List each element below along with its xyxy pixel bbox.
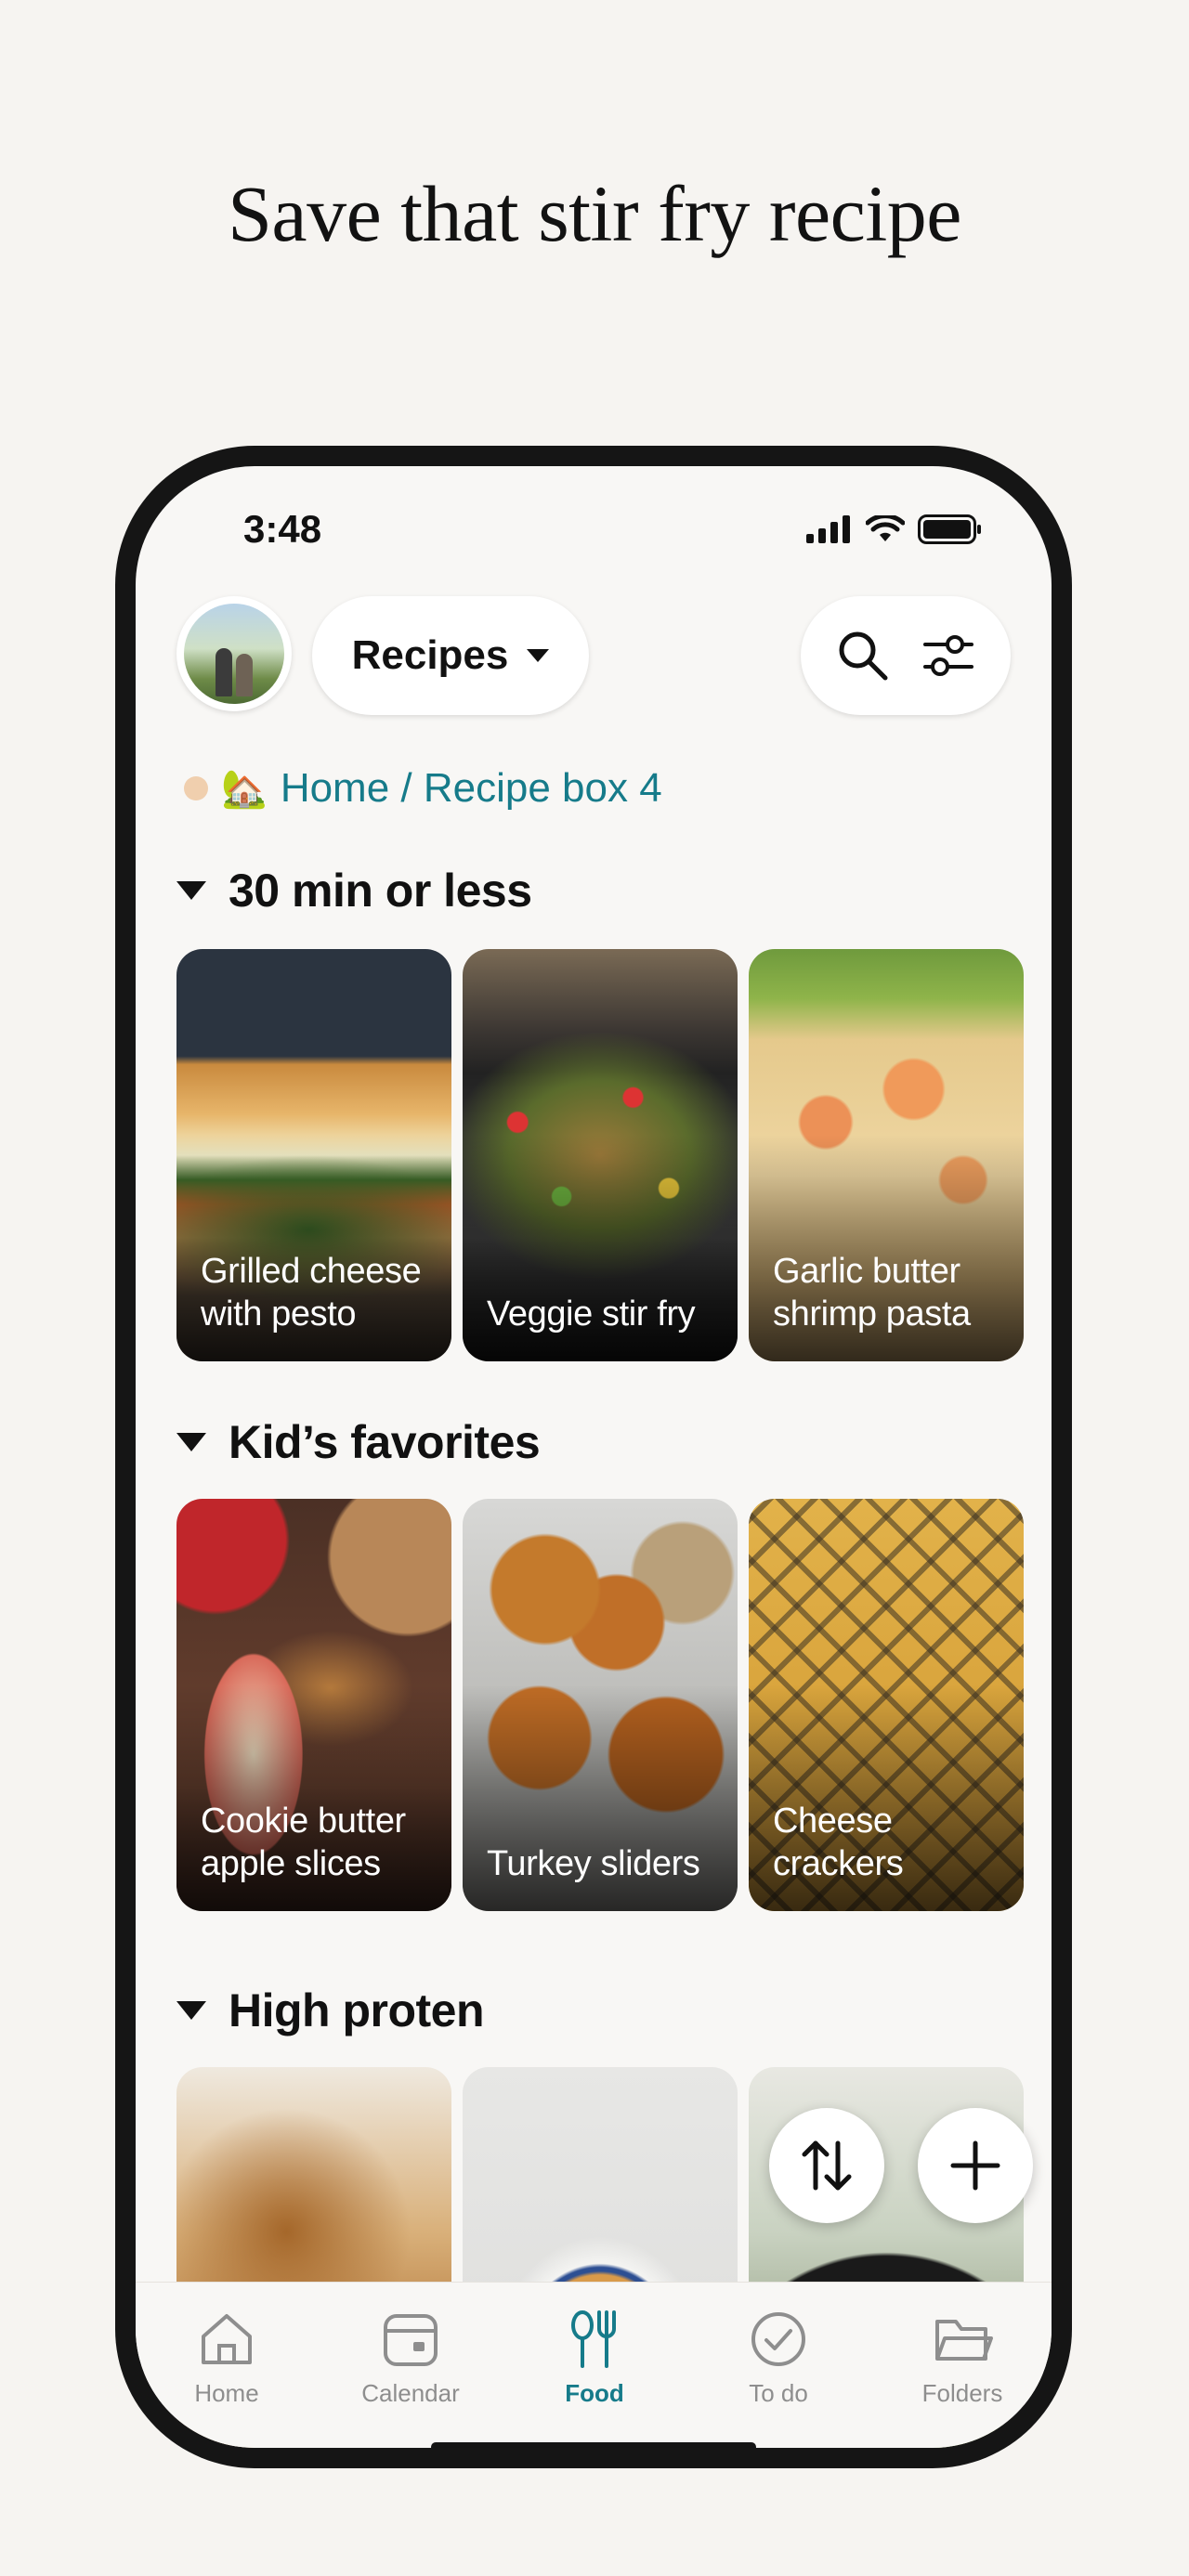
recipe-card-shrimp-pasta[interactable]: Garlic butter shrimp pasta [749,949,1024,1361]
recipe-card-label: Garlic butter shrimp pasta [773,1252,971,1334]
recipe-card-turkey-sliders[interactable]: Turkey sliders [463,1499,738,1911]
collapse-triangle-icon[interactable] [176,2001,206,2020]
filter-sliders-icon[interactable] [921,629,975,683]
tab-todo[interactable]: To do [704,2309,853,2408]
sort-arrows-icon [802,2140,852,2191]
header-tools [801,596,1011,715]
calendar-icon [384,2314,438,2366]
section-header-high-protein[interactable]: High proten [176,1984,485,2037]
recipe-card-label: Veggie stir fry [487,1295,696,1334]
avatar-photo [184,604,284,704]
tab-calendar[interactable]: Calendar [336,2309,485,2408]
status-icons [806,514,983,544]
profile-avatar[interactable] [176,596,292,711]
tab-home[interactable]: Home [152,2309,301,2408]
recipe-row-kids-favorites: Cookie butter apple slices Turkey slider… [176,1499,1027,1911]
recipes-dropdown[interactable]: Recipes [312,596,589,715]
home-icon [202,2314,252,2364]
marketing-headline: Save that stir fry recipe [228,169,961,258]
tab-folders[interactable]: Folders [888,2309,1037,2408]
section-title: High proten [229,1984,485,2036]
recipe-card-label: Cookie butter apple slices [201,1802,406,1883]
check-circle-icon [751,2312,805,2366]
recipe-row-30-min: Grilled cheese with pesto Veggie stir fr… [176,949,1027,1361]
phone-frame: 3:48 Recipes 🏡 Home / Recipe box 4 30 mi… [115,446,1072,2468]
plus-icon [950,2140,1000,2191]
recipe-card-apple-slices[interactable]: Cookie butter apple slices [176,1499,451,1911]
bottom-tab-bar: Home Calendar Food To do Folders [136,2282,1052,2448]
recipe-card-cheese-crackers[interactable]: Cheese crackers [749,1499,1024,1911]
wifi-icon [866,515,905,541]
recipe-card-grilled-cheese[interactable]: Grilled cheese with pesto [176,949,451,1361]
house-emoji-icon: 🏡 [221,768,268,810]
breadcrumb[interactable]: 🏡 Home / Recipe box 4 [184,765,662,812]
search-icon[interactable] [836,629,890,683]
sort-button[interactable] [769,2108,884,2223]
app-screen: 3:48 Recipes 🏡 Home / Recipe box 4 30 mi… [136,466,1052,2448]
breadcrumb-path[interactable]: Home / Recipe box 4 [281,765,662,812]
recipe-card-label: Grilled cheese with pesto [201,1252,422,1334]
section-header-kids-favorites[interactable]: Kid’s favorites [176,1415,541,1469]
folder-icon [935,2320,993,2361]
caret-down-icon [527,649,550,662]
tab-food[interactable]: Food [520,2309,669,2408]
fork-knife-icon [571,2310,616,2368]
recipe-card-label: Cheese crackers [773,1802,904,1883]
add-recipe-button[interactable] [918,2108,1033,2223]
home-indicator [431,2442,756,2448]
collapse-triangle-icon[interactable] [176,1433,206,1451]
dropdown-label: Recipes [351,632,509,678]
recipe-card-label: Turkey sliders [487,1844,700,1883]
collapse-triangle-icon[interactable] [176,881,206,900]
status-dot [184,776,208,800]
recipe-card-veggie-stir-fry[interactable]: Veggie stir fry [463,949,738,1361]
battery-icon [918,514,981,544]
section-header-30-min[interactable]: 30 min or less [176,864,532,917]
section-title: 30 min or less [229,865,532,917]
cellular-signal-icon [806,515,850,543]
section-title: Kid’s favorites [229,1416,541,1468]
status-time: 3:48 [243,507,322,551]
